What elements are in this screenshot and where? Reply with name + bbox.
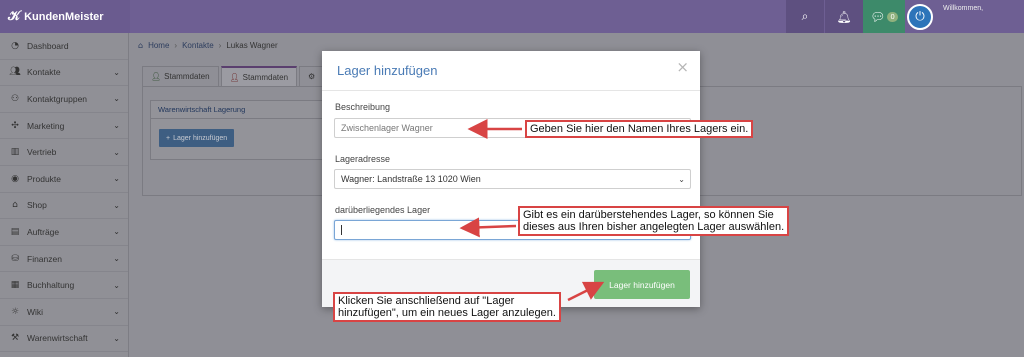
callout-submit-hint: Klicken Sie anschließend auf "Lager hinz… [333,292,561,322]
callout-parent-hint: Gibt es ein darüberstehendes Lager, so k… [518,206,790,236]
callout-text: Geben Sie hier den Namen Ihres Lagers ei… [530,123,749,135]
callout-text: Klicken Sie anschließend auf "Lager [338,295,515,307]
arrow-to-submit [567,281,605,302]
arrow-to-parent [459,217,517,238]
callout-text: hinzufügen", um ein neues Lager anzulege… [338,307,556,319]
callout-text: dieses aus Ihren bisher angelegten Lager… [523,221,785,233]
callout-text: Gibt es ein darüberstehendes Lager, so k… [523,209,774,221]
callout-name-hint: Geben Sie hier den Namen Ihres Lagers ei… [525,120,754,138]
